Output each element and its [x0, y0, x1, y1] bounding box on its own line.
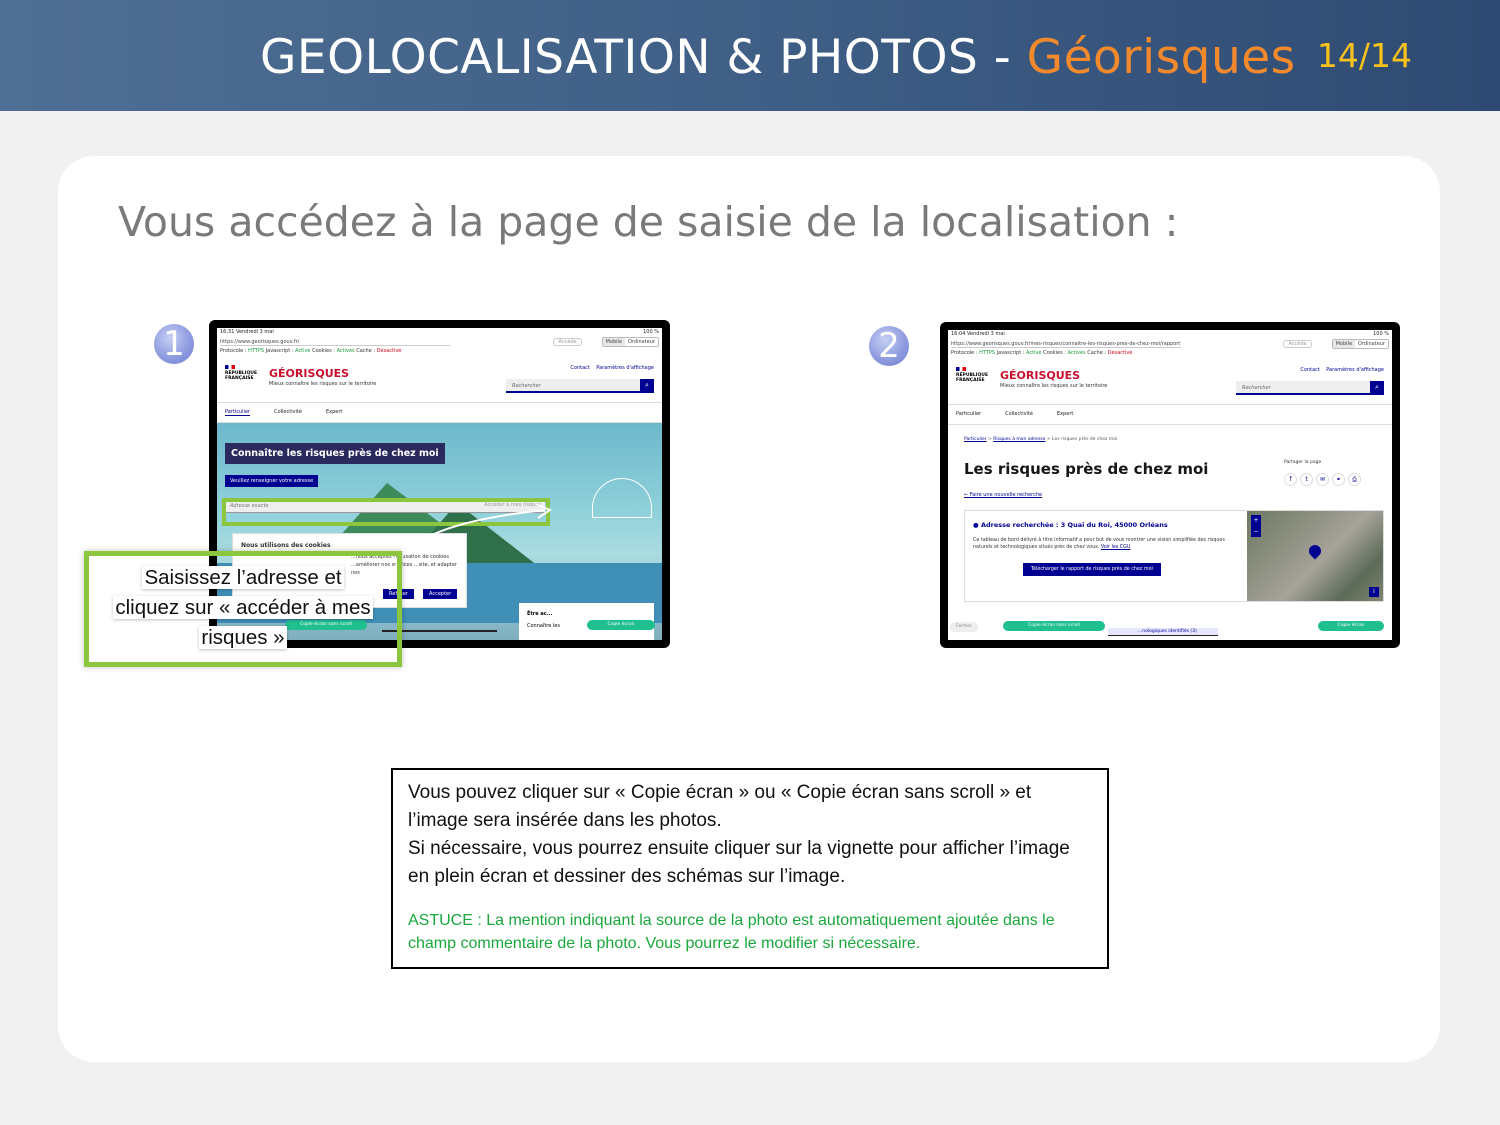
slide-header: GEOLOCALISATION & PHOTOS - Géorisques 14…: [0, 0, 1500, 111]
go-button[interactable]: Accède: [553, 338, 582, 346]
protocol-line: Protocole : HTTPS Javascript : Activé Co…: [951, 350, 1133, 356]
copy-screen-button[interactable]: Copie écran: [587, 620, 655, 630]
download-report-button[interactable]: Télécharger le rapport de risques près d…: [1023, 563, 1161, 576]
nav-expert[interactable]: Expert: [326, 409, 342, 416]
browser-bar: https://www.georisques.gouv.fr/ Accède M…: [217, 336, 662, 348]
share-block: Partager la page f t ✉ ⚭ ⎙: [1284, 460, 1384, 486]
view-toggle[interactable]: Mobile Ordinateur: [601, 337, 659, 347]
risks-tab[interactable]: ...nologiques identifiés (3): [1108, 628, 1218, 636]
close-button[interactable]: Fermer: [950, 622, 978, 632]
satellite-map[interactable]: + − i: [1247, 511, 1383, 601]
hero-subtitle: Veuillez renseigner votre adresse: [225, 475, 319, 487]
address-result-card: ● Adresse recherchée : 3 Quai du Roi, 45…: [964, 510, 1384, 602]
display-settings-link[interactable]: Paramètres d'affichage: [596, 365, 654, 371]
georisques-results-screen: 16:04 Vendredi 3 mai 100 % https://www.ge…: [948, 330, 1392, 640]
go-button[interactable]: Accède: [1283, 340, 1312, 348]
site-nav: Particulier Collectivité Expert: [217, 403, 662, 423]
hero-title: Connaître les risques près de chez moi: [225, 443, 445, 464]
info-text: Vous pouvez cliquer sur « Copie écran » …: [408, 782, 1070, 887]
top-links: Contact Paramètres d'affichage: [570, 365, 654, 371]
georisques-logo[interactable]: GÉORISQUES: [269, 367, 349, 380]
view-toggle[interactable]: Mobile Ordinateur: [1331, 339, 1389, 349]
page-title: Les risques près de chez moi: [964, 460, 1209, 478]
republique-logo: RÉPUBLIQUE FRANÇAISE: [956, 367, 988, 383]
status-bar: 16:31 Vendredi 3 mai 100 %: [220, 329, 659, 335]
facebook-icon[interactable]: f: [1284, 473, 1297, 486]
cloud-illustration: [592, 478, 652, 518]
step-1-badge: 1: [154, 324, 194, 364]
twitter-icon[interactable]: t: [1300, 473, 1313, 486]
slide-title: GEOLOCALISATION & PHOTOS - Géorisques: [260, 30, 1296, 85]
nav-particulier[interactable]: Particulier: [225, 409, 251, 416]
contact-link[interactable]: Contact: [1300, 367, 1319, 373]
status-bar: 16:04 Vendredi 3 mai 100 %: [951, 331, 1389, 337]
georisques-logo[interactable]: GÉORISQUES: [1000, 369, 1080, 382]
address-heading: ● Adresse recherchée : 3 Quai du Roi, 45…: [973, 521, 1168, 529]
info-icon[interactable]: i: [1369, 587, 1379, 597]
slide-subtitle: Vous accédez à la page de saisie de la l…: [118, 198, 1179, 246]
nav-collectivite[interactable]: Collectivité: [274, 409, 302, 416]
republique-logo: RÉPUBLIQUE FRANÇAISE: [225, 365, 257, 381]
url-field[interactable]: https://www.georisques.gouv.fr/: [220, 338, 450, 346]
search-icon[interactable]: ⌕: [640, 379, 654, 391]
top-links: Contact Paramètres d'affichage: [1300, 367, 1384, 373]
contact-link[interactable]: Contact: [570, 365, 589, 371]
new-search-link[interactable]: ← Faire une nouvelle recherche: [964, 492, 1042, 498]
info-box: Vous pouvez cliquer sur « Copie écran » …: [391, 768, 1109, 969]
search-icon[interactable]: ⌕: [1370, 381, 1384, 393]
site-tagline: Mieux connaître les risques sur le terri…: [269, 381, 377, 387]
nav-expert[interactable]: Expert: [1057, 411, 1073, 418]
map-pin-icon: [1306, 542, 1324, 560]
mail-icon[interactable]: ✉: [1316, 473, 1329, 486]
link-icon[interactable]: ⚭: [1332, 473, 1345, 486]
page-number: 14/14: [1316, 36, 1412, 75]
tablet-screenshot-2: 16:04 Vendredi 3 mai 100 % https://www.ge…: [940, 322, 1400, 648]
cgu-link[interactable]: Voir les CGU: [1101, 545, 1131, 550]
step-2-badge: 2: [869, 326, 909, 366]
print-icon[interactable]: ⎙: [1348, 473, 1361, 486]
site-header: RÉPUBLIQUE FRANÇAISE GÉORISQUES Mieux co…: [217, 357, 662, 403]
site-header: RÉPUBLIQUE FRANÇAISE GÉORISQUES Mieux co…: [948, 359, 1392, 405]
address-description: Ce tableau de bord délivré à titre infor…: [973, 538, 1225, 550]
zoom-controls[interactable]: + −: [1251, 515, 1261, 537]
nav-particulier[interactable]: Particulier: [956, 411, 981, 418]
copy-screen-noscroll-button[interactable]: Copie écran sans scroll: [1003, 621, 1105, 631]
site-search-input[interactable]: Rechercher ⌕: [506, 379, 654, 393]
copy-screen-button[interactable]: Copie écran: [1318, 621, 1384, 631]
display-settings-link[interactable]: Paramètres d'affichage: [1326, 367, 1384, 373]
site-nav: Particulier Collectivité Expert: [948, 405, 1392, 425]
protocol-line: Protocole : HTTPS Javascript : Activé Co…: [220, 348, 402, 354]
location-pin-icon: ●: [973, 521, 979, 529]
url-field[interactable]: https://www.georisques.gouv.fr/mes-risqu…: [951, 340, 1181, 348]
nav-collectivite[interactable]: Collectivité: [1005, 411, 1033, 418]
brand-name: Géorisques: [1026, 30, 1296, 85]
browser-bar: https://www.georisques.gouv.fr/mes-risqu…: [948, 338, 1392, 350]
tip-text: ASTUCE : La mention indiquant la source …: [408, 912, 1055, 952]
site-search-input[interactable]: Rechercher ⌕: [1236, 381, 1384, 395]
callout-instruction: Saisissez l’adresse et cliquez sur « acc…: [113, 566, 373, 649]
breadcrumb: Particulier > Risques à mon adresse > Le…: [964, 437, 1118, 442]
site-tagline: Mieux connaître les risques sur le terri…: [1000, 383, 1108, 389]
